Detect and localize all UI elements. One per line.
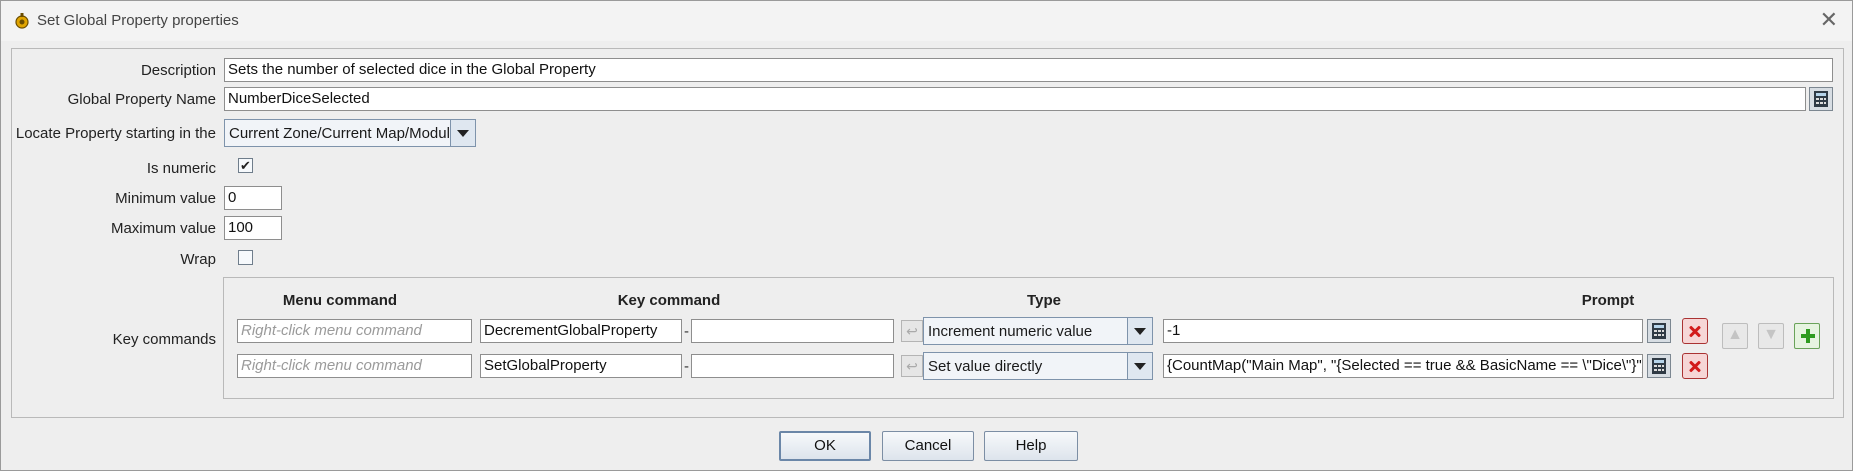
header-key-command: Key command xyxy=(617,292,721,309)
max-value-field[interactable]: 100 xyxy=(224,216,282,240)
type-dropdown[interactable]: Increment numeric value xyxy=(923,317,1153,345)
key-command-name-field[interactable]: SetGlobalProperty xyxy=(480,354,682,378)
calculator-icon[interactable] xyxy=(1647,354,1671,378)
wrap-label: Wrap xyxy=(180,251,216,268)
property-name-field[interactable]: NumberDiceSelected xyxy=(224,87,1806,111)
min-value-field[interactable]: 0 xyxy=(224,186,282,210)
undo-icon[interactable]: ↩ xyxy=(901,355,923,377)
key-commands-label: Key commands xyxy=(112,331,216,348)
move-down-icon[interactable]: ▼ xyxy=(1758,323,1784,349)
key-command-name-field[interactable]: DecrementGlobalProperty xyxy=(480,319,682,343)
close-icon[interactable]: ✕ xyxy=(1820,9,1838,31)
locate-value: Current Zone/Current Map/Module xyxy=(229,125,459,142)
ok-button[interactable]: OK xyxy=(779,431,871,461)
cancel-button[interactable]: Cancel xyxy=(882,431,974,461)
chevron-down-icon xyxy=(1127,318,1152,344)
calculator-icon[interactable] xyxy=(1647,319,1671,343)
type-value: Increment numeric value xyxy=(928,323,1093,340)
window-title: Set Global Property properties xyxy=(37,12,239,29)
wrap-checkbox[interactable] xyxy=(238,250,253,265)
header-prompt: Prompt xyxy=(1581,292,1635,309)
menu-command-field[interactable]: Right-click menu command xyxy=(237,319,472,343)
keystroke-field[interactable] xyxy=(691,354,894,378)
type-dropdown[interactable]: Set value directly xyxy=(923,352,1153,380)
title-bar: Set Global Property properties ✕ xyxy=(1,1,1852,41)
dice-app-icon xyxy=(15,13,29,29)
undo-icon[interactable]: ↩ xyxy=(901,320,923,342)
separator: - xyxy=(684,323,689,340)
min-value-label: Minimum value xyxy=(115,190,216,207)
calculator-icon[interactable] xyxy=(1809,87,1833,111)
delete-icon[interactable] xyxy=(1682,318,1708,344)
keystroke-field[interactable] xyxy=(691,319,894,343)
move-up-icon[interactable]: ▲ xyxy=(1722,323,1748,349)
locate-label: Locate Property starting in the xyxy=(15,125,216,142)
chevron-down-icon xyxy=(450,120,475,146)
add-icon[interactable] xyxy=(1794,323,1820,349)
max-value-label: Maximum value xyxy=(110,220,216,237)
menu-command-field[interactable]: Right-click menu command xyxy=(237,354,472,378)
property-name-label: Global Property Name xyxy=(67,91,216,108)
prompt-field[interactable]: -1 xyxy=(1163,319,1643,343)
separator: - xyxy=(684,358,689,375)
delete-icon[interactable] xyxy=(1682,353,1708,379)
header-menu-command: Menu command xyxy=(282,292,398,309)
description-field[interactable]: Sets the number of selected dice in the … xyxy=(224,58,1833,82)
key-commands-panel: Menu command Key command Type Prompt Rig… xyxy=(223,277,1834,399)
help-button[interactable]: Help xyxy=(984,431,1078,461)
dialog-window: Set Global Property properties ✕ Descrip… xyxy=(0,0,1853,471)
is-numeric-label: Is numeric xyxy=(146,160,216,177)
is-numeric-checkbox[interactable]: ✔ xyxy=(238,158,253,173)
header-type: Type xyxy=(1027,292,1061,309)
description-label: Description xyxy=(140,62,216,79)
chevron-down-icon xyxy=(1127,353,1152,379)
locate-dropdown[interactable]: Current Zone/Current Map/Module xyxy=(224,119,476,147)
prompt-field[interactable]: {CountMap("Main Map", "{Selected == true… xyxy=(1163,354,1643,378)
type-value: Set value directly xyxy=(928,358,1043,375)
